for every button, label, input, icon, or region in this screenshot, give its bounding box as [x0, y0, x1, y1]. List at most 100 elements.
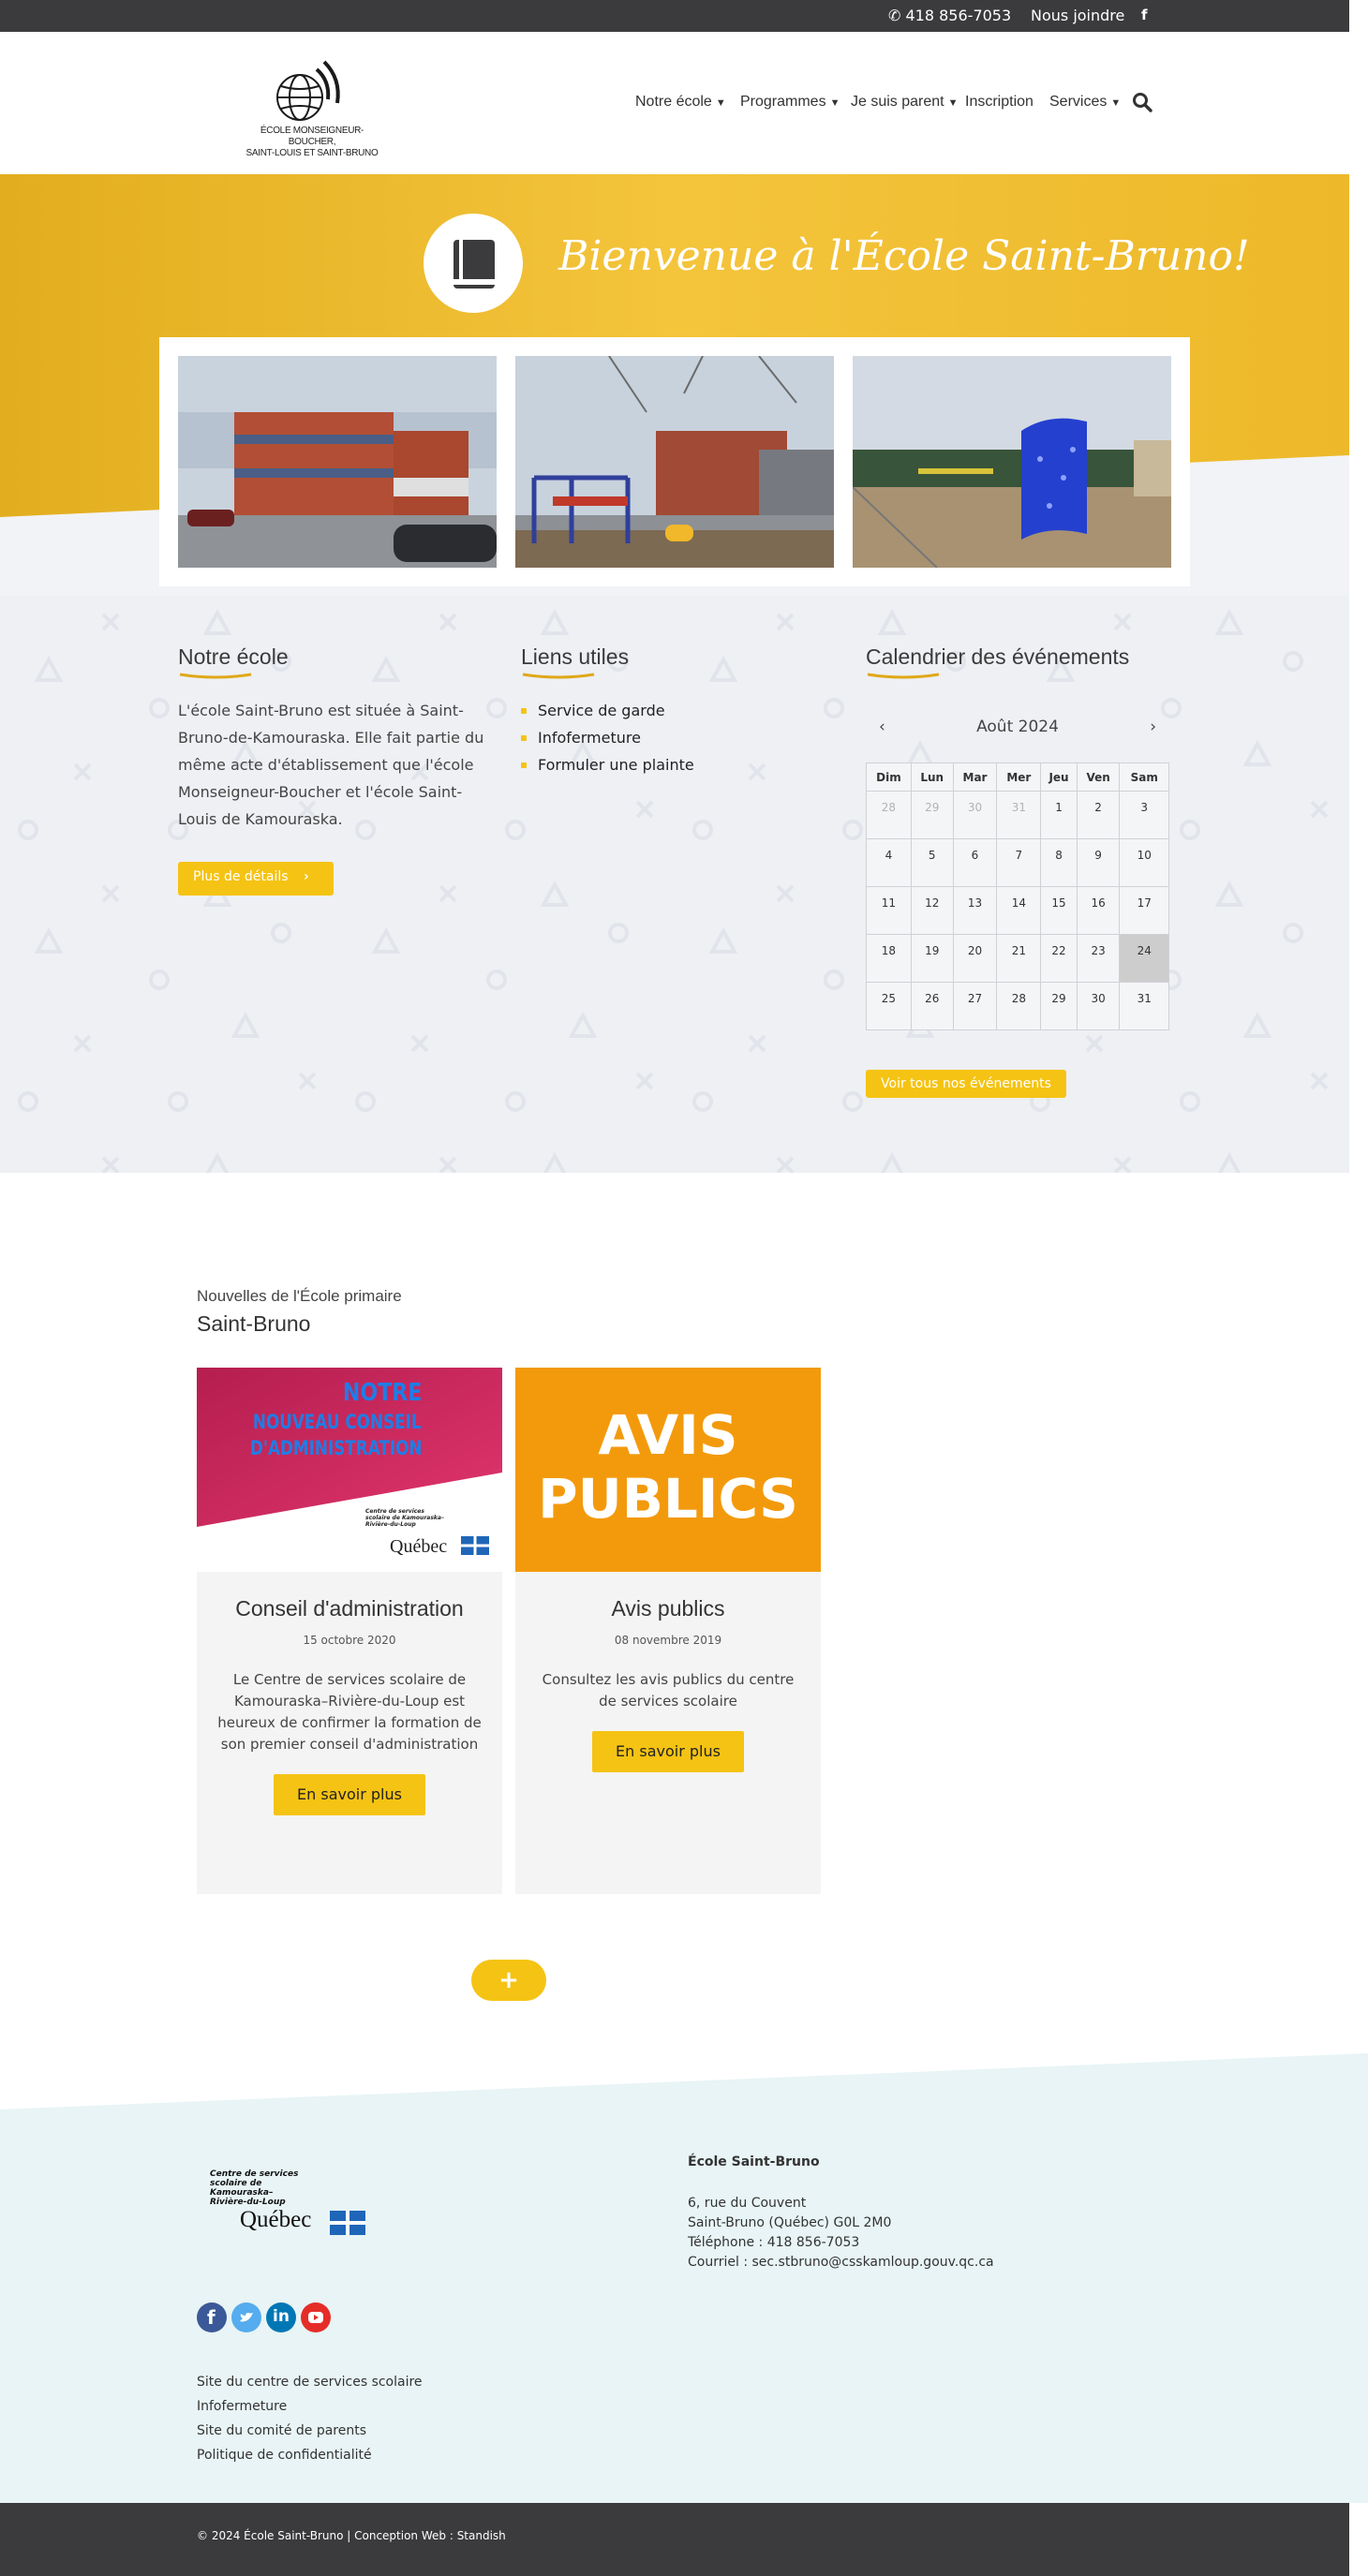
- details-button[interactable]: Plus de détails ›: [178, 862, 334, 896]
- calendar-day[interactable]: 29: [1040, 982, 1078, 1030]
- details-label: Plus de détails: [193, 869, 289, 884]
- footer-link[interactable]: Site du centre de services scolaire: [197, 2370, 423, 2394]
- footer-school-name: École Saint-Bruno: [688, 2154, 820, 2169]
- weekday: Ven: [1076, 762, 1121, 792]
- calendar-day[interactable]: 18: [866, 934, 912, 983]
- calendar-day[interactable]: 27: [952, 982, 998, 1030]
- nav-label: Services: [1049, 94, 1108, 110]
- nav-notre-ecole[interactable]: Notre école ▼: [635, 94, 726, 111]
- nav-inscription[interactable]: Inscription: [965, 94, 1033, 111]
- school-photo-2[interactable]: [515, 356, 834, 568]
- calendar-day[interactable]: 19: [910, 934, 954, 983]
- calendar-day[interactable]: 22: [1040, 934, 1078, 983]
- calendar-day[interactable]: 26: [910, 982, 954, 1030]
- calendar-day[interactable]: 7: [996, 838, 1042, 887]
- calendar-day[interactable]: 25: [866, 982, 912, 1030]
- calendar-day[interactable]: 9: [1076, 838, 1121, 887]
- book-icon: [424, 214, 523, 313]
- calendar-day[interactable]: 28: [866, 791, 912, 839]
- calendar-day[interactable]: 29: [910, 791, 954, 839]
- nav-services[interactable]: Services ▼: [1049, 94, 1121, 111]
- calendar-next-button[interactable]: ›: [1150, 718, 1156, 736]
- news-image-line1: AVIS: [598, 1403, 738, 1467]
- calendar-day[interactable]: 1: [1040, 791, 1078, 839]
- twitter-icon[interactable]: [231, 2302, 261, 2332]
- calendar-day[interactable]: 12: [910, 886, 954, 935]
- calendar-day[interactable]: 6: [952, 838, 998, 887]
- linkedin-icon[interactable]: in: [266, 2302, 296, 2332]
- quebec-flag-icon: [330, 2211, 365, 2235]
- address-line: Téléphone : 418 856-7053: [688, 2235, 860, 2250]
- calendar-day[interactable]: 28: [996, 982, 1042, 1030]
- news-card-title[interactable]: Conseil d'administration: [197, 1596, 502, 1621]
- all-events-button[interactable]: Voir tous nos événements: [866, 1070, 1066, 1098]
- news-card: AVIS PUBLICS Avis publics 08 novembre 20…: [515, 1368, 821, 1894]
- calendar-day[interactable]: 21: [996, 934, 1042, 983]
- calendar-day[interactable]: 11: [866, 886, 912, 935]
- calendar-day[interactable]: 10: [1119, 838, 1169, 887]
- calendar-day[interactable]: 17: [1119, 886, 1169, 935]
- calendar-day[interactable]: 8: [1040, 838, 1078, 887]
- logo-text-line1: ÉCOLE MONSEIGNEUR-BOUCHER,: [260, 126, 364, 147]
- news-card: NOTRE NOUVEAU CONSEIL D'ADMINISTRATION C…: [197, 1368, 502, 1894]
- facebook-icon[interactable]: f: [1141, 7, 1148, 23]
- calendar-day[interactable]: 16: [1076, 886, 1121, 935]
- school-photo-1[interactable]: [178, 356, 497, 568]
- footer-link[interactable]: Site du comité de parents: [197, 2419, 423, 2443]
- calendar-day[interactable]: 13: [952, 886, 998, 935]
- calendar-grid: Dim Lun Mar Mer Jeu Ven Sam 28 29 30 31 …: [866, 762, 1169, 1030]
- footer-link[interactable]: Infofermeture: [197, 2394, 423, 2419]
- address-line[interactable]: Courriel : sec.stbruno@csskamloup.gouv.q…: [688, 2253, 994, 2273]
- calendar-prev-button[interactable]: ‹: [879, 718, 885, 736]
- read-more-button[interactable]: En savoir plus: [274, 1774, 425, 1815]
- copyright: © 2024 École Saint-Bruno | Conception We…: [197, 2529, 506, 2542]
- phone-link[interactable]: ✆ 418 856-7053: [888, 7, 1011, 24]
- useful-links: Service de garde Infofermeture Formuler …: [521, 697, 694, 778]
- calendar-day[interactable]: 23: [1076, 934, 1121, 983]
- news-card-title[interactable]: Avis publics: [515, 1596, 821, 1621]
- school-photo-3[interactable]: [853, 356, 1171, 568]
- load-more-button[interactable]: +: [471, 1960, 546, 2001]
- link-service-de-garde[interactable]: Service de garde: [521, 697, 694, 724]
- calendar-day[interactable]: 31: [996, 791, 1042, 839]
- logo-text-line2: SAINT-LOUIS ET SAINT-BRUNO: [245, 148, 379, 158]
- css-logo[interactable]: Centre de services scolaire de Kamourask…: [206, 2169, 370, 2235]
- calendar-day[interactable]: 2: [1076, 791, 1121, 839]
- about-text: L'école Saint-Bruno est située à Saint-B…: [178, 702, 484, 828]
- calendar-day[interactable]: 3: [1119, 791, 1169, 839]
- logo-text: ÉCOLE MONSEIGNEUR-BOUCHER, SAINT-LOUIS E…: [242, 126, 382, 159]
- chevron-down-icon: ▼: [947, 97, 959, 109]
- calendar-day[interactable]: 20: [952, 934, 998, 983]
- news-image-line2: NOUVEAU CONSEIL: [253, 1411, 422, 1433]
- news-image-line1: NOTRE: [342, 1379, 422, 1407]
- facebook-icon[interactable]: f: [197, 2302, 227, 2332]
- news-card-image[interactable]: NOTRE NOUVEAU CONSEIL D'ADMINISTRATION C…: [197, 1368, 502, 1572]
- footer-links: Site du centre de services scolaire Info…: [197, 2370, 423, 2467]
- chevron-down-icon: ▼: [829, 97, 840, 109]
- nav-je-suis-parent[interactable]: Je suis parent ▼: [851, 94, 959, 111]
- nav-programmes[interactable]: Programmes ▼: [740, 94, 840, 111]
- calendar-day-today[interactable]: 24: [1119, 934, 1169, 983]
- address-line: 6, rue du Couvent: [688, 2196, 807, 2211]
- news-image-org: Centre de services scolaire de Kamourask…: [365, 1508, 444, 1528]
- calendar-day[interactable]: 30: [1076, 982, 1121, 1030]
- footer-link[interactable]: Politique de confidentialité: [197, 2443, 423, 2467]
- search-icon[interactable]: [1132, 92, 1152, 112]
- contact-link[interactable]: Nous joindre: [1031, 7, 1124, 24]
- news-card-image[interactable]: AVIS PUBLICS: [515, 1368, 821, 1572]
- calendar-day[interactable]: 14: [996, 886, 1042, 935]
- read-more-button[interactable]: En savoir plus: [592, 1731, 744, 1772]
- calendar-week: 4 5 6 7 8 9 10: [866, 838, 1169, 887]
- calendar-day[interactable]: 30: [952, 791, 998, 839]
- calendar-day[interactable]: 31: [1119, 982, 1169, 1030]
- news-card-text: Le Centre de services scolaire de Kamour…: [217, 1671, 482, 1753]
- calendar-day[interactable]: 15: [1040, 886, 1078, 935]
- calendar-weekdays: Dim Lun Mar Mer Jeu Ven Sam: [866, 762, 1169, 792]
- top-bar: ✆ 418 856-7053 Nous joindre f: [0, 0, 1349, 32]
- calendar-day[interactable]: 5: [910, 838, 954, 887]
- calendar-month: Août 2024: [976, 718, 1059, 736]
- link-plainte[interactable]: Formuler une plainte: [521, 751, 694, 778]
- link-infofermeture[interactable]: Infofermeture: [521, 724, 694, 751]
- calendar-day[interactable]: 4: [866, 838, 912, 887]
- youtube-icon[interactable]: [301, 2302, 331, 2332]
